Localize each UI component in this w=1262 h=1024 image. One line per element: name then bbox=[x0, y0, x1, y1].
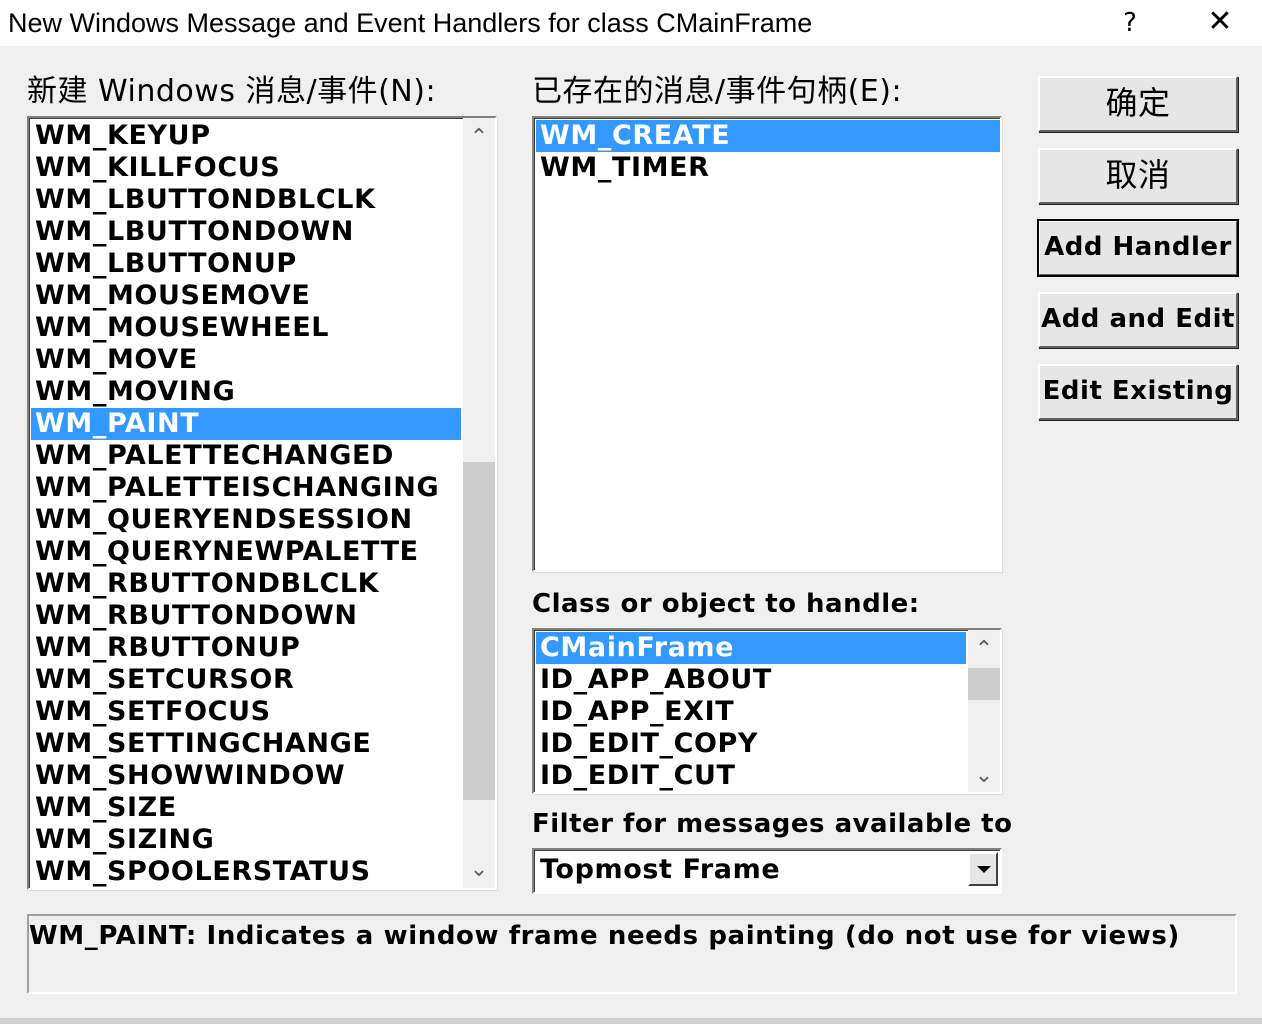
new-message-item[interactable]: WM_SETCURSOR bbox=[31, 664, 461, 696]
new-message-item[interactable]: WM_LBUTTONUP bbox=[31, 248, 461, 280]
class-items: CMainFrame ID_APP_ABOUT ID_APP_EXIT ID_EDIT… bbox=[536, 632, 966, 792]
scroll-down-icon[interactable]: ⌄ bbox=[968, 762, 1000, 790]
new-message-item[interactable]: WM_KEYUP bbox=[31, 120, 461, 152]
class-listbox[interactable]: CMainFrame ID_APP_ABOUT ID_APP_EXIT ID_EDIT… bbox=[532, 628, 1002, 794]
description-text: WM_PAINT: Indicates a window frame needs… bbox=[29, 921, 1180, 951]
new-message-item[interactable]: WM_KILLFOCUS bbox=[31, 152, 461, 184]
existing-handler-item[interactable]: WM_CREATE bbox=[536, 120, 1000, 152]
new-message-item[interactable]: WM_RBUTTONDBLCLK bbox=[31, 568, 461, 600]
new-message-item[interactable]: WM_LBUTTONDBLCLK bbox=[31, 184, 461, 216]
new-messages-items: WM_KEYUP WM_KILLFOCUS WM_LBUTTONDBLCLK WM_L… bbox=[31, 120, 461, 888]
new-message-item[interactable]: WM_PALETTEISCHANGING bbox=[31, 472, 461, 504]
class-item[interactable]: ID_EDIT_COPY bbox=[536, 728, 966, 760]
class-label: Class or object to handle: bbox=[532, 589, 920, 619]
class-item[interactable]: CMainFrame bbox=[536, 632, 966, 664]
new-messages-label: 新建 Windows 消息/事件(N): bbox=[27, 74, 437, 109]
class-item[interactable]: ID_APP_EXIT bbox=[536, 696, 966, 728]
filter-label: Filter for messages available to bbox=[532, 809, 1013, 839]
scroll-up-icon[interactable]: ⌃ bbox=[968, 636, 1000, 664]
new-message-item[interactable]: WM_LBUTTONDOWN bbox=[31, 216, 461, 248]
new-messages-listbox[interactable]: WM_KEYUP WM_KILLFOCUS WM_LBUTTONDBLCLK WM_L… bbox=[27, 116, 497, 890]
existing-handlers-items: WM_CREATE WM_TIMER bbox=[536, 120, 1000, 184]
new-message-item[interactable]: WM_SETFOCUS bbox=[31, 696, 461, 728]
close-icon[interactable]: ✕ bbox=[1204, 4, 1236, 40]
add-and-edit-button[interactable]: Add and Edit bbox=[1038, 292, 1238, 348]
existing-handlers-label: 已存在的消息/事件句柄(E): bbox=[532, 74, 903, 109]
new-message-item[interactable]: WM_SHOWWINDOW bbox=[31, 760, 461, 792]
new-message-item[interactable]: WM_SIZE bbox=[31, 792, 461, 824]
new-message-item[interactable]: WM_RBUTTONDOWN bbox=[31, 600, 461, 632]
existing-handler-item[interactable]: WM_TIMER bbox=[536, 152, 1000, 184]
new-message-item[interactable]: WM_MOUSEWHEEL bbox=[31, 312, 461, 344]
new-messages-scrollbar[interactable]: ⌃ ⌄ bbox=[463, 118, 495, 888]
class-scrollbar[interactable]: ⌃ ⌄ bbox=[968, 630, 1000, 792]
cancel-button[interactable]: 取消 bbox=[1038, 148, 1238, 204]
new-message-item[interactable]: WM_MOVE bbox=[31, 344, 461, 376]
filter-value: Topmost Frame bbox=[540, 854, 781, 885]
help-button[interactable]: ? bbox=[1118, 6, 1142, 40]
add-handler-button[interactable]: Add Handler bbox=[1037, 219, 1239, 277]
chevron-down-icon[interactable] bbox=[968, 852, 998, 886]
window-title: New Windows Message and Event Handlers f… bbox=[8, 8, 813, 38]
new-message-item[interactable]: WM_MOVING bbox=[31, 376, 461, 408]
new-message-item[interactable]: WM_QUERYENDSESSION bbox=[31, 504, 461, 536]
description-box: WM_PAINT: Indicates a window frame needs… bbox=[27, 914, 1237, 994]
new-message-item[interactable]: WM_PALETTECHANGED bbox=[31, 440, 461, 472]
new-message-item[interactable]: WM_SETTINGCHANGE bbox=[31, 728, 461, 760]
new-message-item[interactable]: WM_MOUSEMOVE bbox=[31, 280, 461, 312]
existing-handlers-listbox[interactable]: WM_CREATE WM_TIMER bbox=[532, 116, 1002, 572]
title-bar: New Windows Message and Event Handlers f… bbox=[0, 0, 1262, 46]
filter-combobox[interactable]: Topmost Frame bbox=[532, 848, 1002, 894]
scroll-thumb[interactable] bbox=[968, 668, 1000, 700]
bottom-edge bbox=[0, 1018, 1262, 1024]
new-message-item[interactable]: WM_QUERYNEWPALETTE bbox=[31, 536, 461, 568]
class-item[interactable]: ID_APP_ABOUT bbox=[536, 664, 966, 696]
ok-button[interactable]: 确定 bbox=[1038, 76, 1238, 132]
scroll-up-icon[interactable]: ⌃ bbox=[463, 124, 495, 152]
new-message-item[interactable]: WM_SIZING bbox=[31, 824, 461, 856]
new-message-item[interactable]: WM_RBUTTONUP bbox=[31, 632, 461, 664]
scroll-down-icon[interactable]: ⌄ bbox=[463, 856, 495, 884]
edit-existing-button[interactable]: Edit Existing bbox=[1038, 364, 1238, 420]
new-message-item[interactable]: WM_SPOOLERSTATUS bbox=[31, 856, 461, 888]
class-item[interactable]: ID_EDIT_CUT bbox=[536, 760, 966, 792]
new-message-item[interactable]: WM_PAINT bbox=[31, 408, 461, 440]
scroll-thumb[interactable] bbox=[463, 462, 495, 800]
